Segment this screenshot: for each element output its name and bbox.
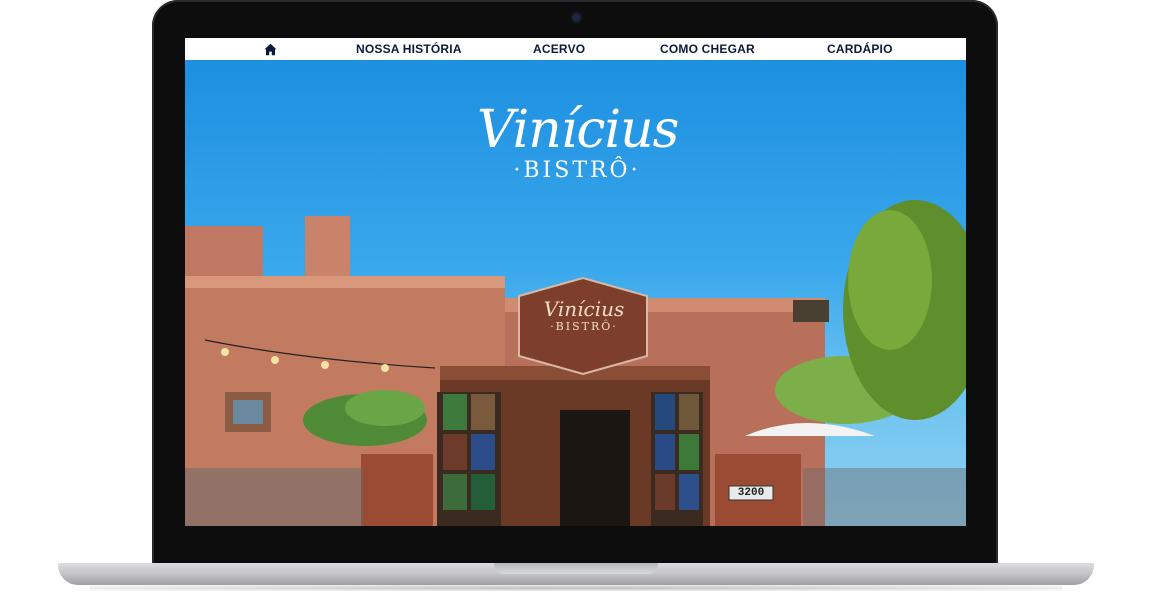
home-button[interactable] <box>263 41 277 57</box>
wooden-sign: Vinícius ·BISTRÔ· <box>521 298 647 333</box>
nav-como-chegar[interactable]: COMO CHEGAR <box>660 42 755 56</box>
laptop-screen: NOSSA HISTÓRIA ACERVO COMO CHEGAR CARDÁP… <box>185 38 966 526</box>
camera-icon <box>572 13 581 22</box>
nav-cardapio[interactable]: CARDÁPIO <box>827 42 893 56</box>
nav-nossa-historia[interactable]: NOSSA HISTÓRIA <box>356 42 462 56</box>
restaurant-photo <box>185 200 966 526</box>
laptop-notch <box>494 563 658 574</box>
top-navbar: NOSSA HISTÓRIA ACERVO COMO CHEGAR CARDÁP… <box>185 38 966 60</box>
home-icon <box>264 43 276 55</box>
sign-wordmark: Vinícius <box>543 297 625 321</box>
sign-subtitle: ·BISTRÔ· <box>550 320 618 333</box>
laptop-shadow <box>90 585 1062 591</box>
nav-acervo[interactable]: ACERVO <box>533 42 585 56</box>
hero-banner: Vinícius ·BISTRÔ· Vinícius ·BISTRÔ· 3200 <box>185 60 966 526</box>
house-number: 3200 <box>737 487 765 499</box>
